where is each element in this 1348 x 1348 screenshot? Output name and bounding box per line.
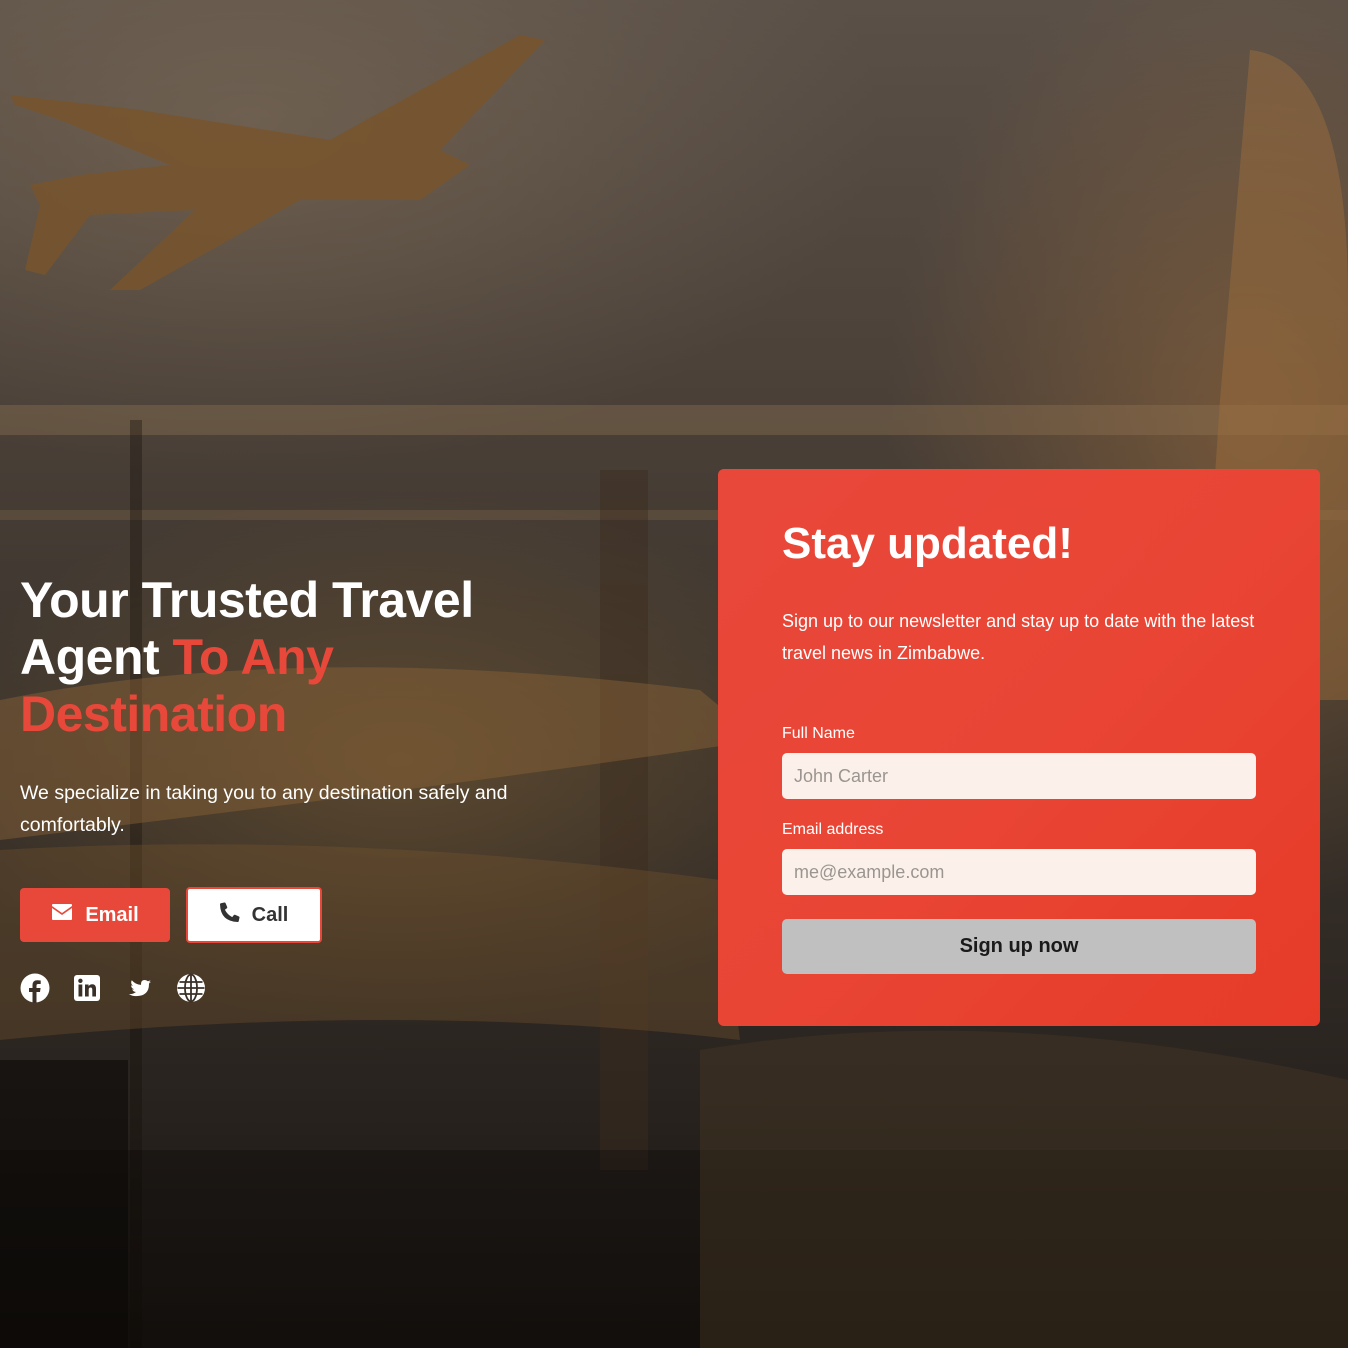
facebook-icon[interactable] — [20, 973, 50, 1003]
social-links — [20, 973, 206, 1003]
newsletter-form: Full Name Email address Sign up now — [782, 725, 1256, 974]
call-button-label: Call — [251, 903, 289, 926]
email-address-input[interactable] — [782, 849, 1256, 895]
twitter-icon[interactable] — [124, 973, 154, 1003]
full-name-input[interactable] — [782, 753, 1256, 799]
linkedin-icon[interactable] — [72, 973, 102, 1003]
headline-line1: Your Trusted Travel — [20, 572, 474, 628]
email-button-label: Email — [85, 903, 139, 926]
newsletter-title: Stay updated! — [782, 519, 1073, 568]
hero-headline: Your Trusted Travel Agent To Any Destina… — [20, 572, 560, 743]
headline-line2: Agent — [20, 629, 173, 685]
email-button[interactable]: Email — [20, 888, 170, 942]
phone-icon — [219, 902, 240, 928]
email-address-label: Email address — [782, 821, 884, 838]
newsletter-card: Stay updated! Sign up to our newsletter … — [718, 469, 1320, 1026]
globe-icon[interactable] — [176, 973, 206, 1003]
envelope-icon — [51, 903, 73, 927]
sign-up-button[interactable]: Sign up now — [782, 919, 1256, 974]
call-button[interactable]: Call — [186, 887, 322, 943]
hero-subtitle: We specialize in taking you to any desti… — [20, 782, 508, 836]
hero-content: Your Trusted Travel Agent To Any Destina… — [20, 572, 560, 841]
full-name-label: Full Name — [782, 725, 855, 742]
newsletter-description: Sign up to our newsletter and stay up to… — [782, 611, 1255, 663]
contact-buttons: Email Call — [20, 887, 322, 943]
